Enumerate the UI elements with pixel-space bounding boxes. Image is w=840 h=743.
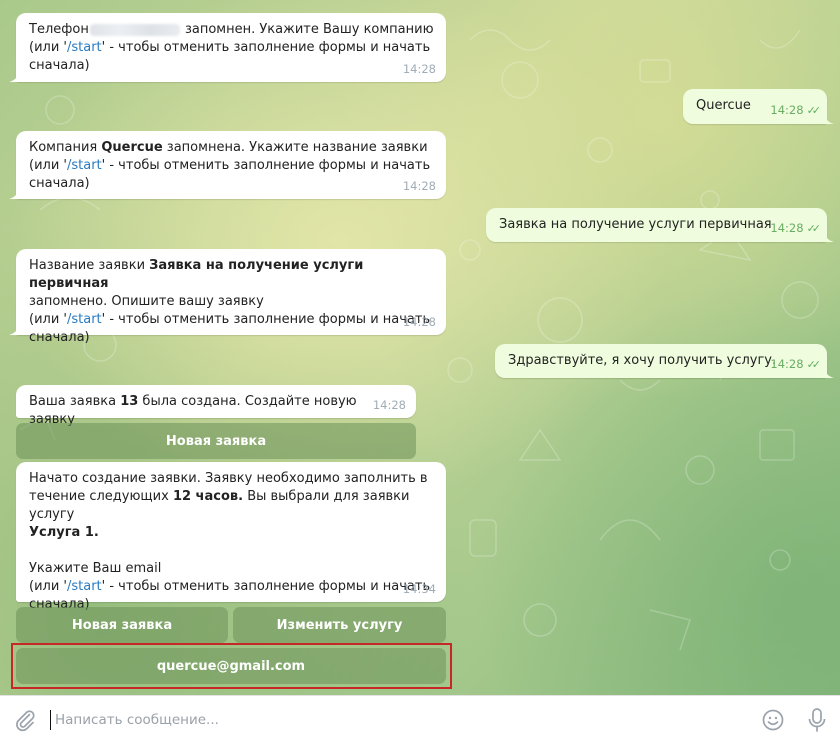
message-text: ' - чтобы отменить заполнение формы и на… bbox=[101, 158, 431, 173]
button-label: Новая заявка bbox=[71, 617, 173, 633]
message-line: (или '/start' - чтобы отменить заполнени… bbox=[29, 578, 434, 596]
message-time: 14:28 bbox=[372, 398, 406, 412]
read-checks-icon: ✓✓ bbox=[806, 358, 822, 371]
message-line: (или '/start' - чтобы отменить заполнени… bbox=[29, 39, 434, 57]
microphone-icon[interactable] bbox=[806, 707, 828, 733]
bubble-tail bbox=[824, 114, 834, 124]
message-time: 14:28 ✓✓ bbox=[770, 357, 822, 371]
message-title-saved: Название заявки Заявка на получение услу… bbox=[9, 249, 446, 345]
message-line: Компания Quercue запомнена. Укажите назв… bbox=[29, 139, 434, 157]
message-text: запомнено. Опишите вашу заявку bbox=[29, 294, 264, 309]
message-time: 14:28 ✓✓ bbox=[770, 103, 822, 117]
message-company-reply: Quercue 14:28 ✓✓ bbox=[683, 89, 834, 124]
message-text: Начато создание заявки. Заявку необходим… bbox=[29, 471, 428, 486]
message-time: 14:34 bbox=[402, 582, 436, 596]
message-text: сначала) bbox=[29, 58, 90, 73]
button-label: Изменить услугу bbox=[276, 617, 403, 633]
message-time: 14:28 bbox=[402, 179, 436, 193]
bubble-tail bbox=[824, 368, 834, 378]
emoji-icon[interactable] bbox=[761, 708, 785, 732]
selected-service: Услуга 1. bbox=[29, 525, 99, 540]
message-line: (или '/start' - чтобы отменить заполнени… bbox=[29, 157, 434, 175]
message-phone-saved: Телефон запомнен. Укажите Вашу компанию … bbox=[9, 13, 446, 82]
message-text: сначала) bbox=[29, 330, 90, 345]
message-text: Компания bbox=[29, 140, 102, 155]
message-new-request-started: Начато создание заявки. Заявку необходим… bbox=[16, 462, 446, 612]
message-line: (или '/start' - чтобы отменить заполнени… bbox=[29, 311, 434, 329]
message-input[interactable] bbox=[53, 706, 737, 734]
message-line: Телефон запомнен. Укажите Вашу компанию bbox=[29, 21, 434, 39]
change-service-button[interactable]: Изменить услугу bbox=[233, 607, 446, 643]
bubble-tail bbox=[824, 232, 834, 242]
read-checks-icon: ✓✓ bbox=[806, 104, 822, 117]
start-command-link[interactable]: /start bbox=[67, 158, 102, 173]
start-command-link[interactable]: /start bbox=[67, 312, 102, 327]
message-text: Quercue bbox=[696, 98, 751, 113]
message-line: течение следующих 12 часов. Вы выбрали д… bbox=[29, 488, 434, 524]
message-text: (или ' bbox=[29, 40, 67, 55]
company-name: Quercue bbox=[101, 140, 163, 155]
message-time: 14:28 bbox=[402, 62, 436, 76]
message-line: Название заявки Заявка на получение услу… bbox=[29, 257, 434, 293]
message-text: запомнен. Укажите Вашу компанию bbox=[180, 22, 434, 37]
read-checks-icon: ✓✓ bbox=[806, 222, 822, 235]
redacted-phone bbox=[89, 23, 180, 36]
message-text: Укажите Ваш email bbox=[29, 561, 162, 576]
message-text: ' - чтобы отменить заполнение формы и на… bbox=[101, 40, 431, 55]
start-command-link[interactable]: /start bbox=[67, 40, 102, 55]
deadline-hours: 12 часов. bbox=[172, 489, 244, 504]
message-text: (или ' bbox=[29, 158, 67, 173]
bubble-tail bbox=[9, 72, 19, 82]
message-request-created: Ваша заявка 13 была создана. Создайте но… bbox=[16, 385, 416, 427]
request-number: 13 bbox=[120, 394, 139, 409]
message-text: (или ' bbox=[29, 579, 67, 594]
message-text: течение следующих bbox=[29, 489, 173, 504]
message-text: сначала) bbox=[29, 176, 90, 191]
bubble-tail bbox=[9, 325, 19, 335]
message-text: (или ' bbox=[29, 312, 67, 327]
message-composer bbox=[0, 695, 840, 743]
message-text: Здравствуйте, я хочу получить услугу. bbox=[508, 353, 777, 368]
bubble-tail bbox=[9, 189, 19, 199]
message-text: Название заявки bbox=[29, 258, 150, 273]
message-text: запомнена. Укажите название заявки bbox=[162, 140, 428, 155]
message-description-reply: Здравствуйте, я хочу получить услугу. 14… bbox=[495, 344, 834, 378]
message-text: Ваша заявка bbox=[29, 394, 121, 409]
message-text: Телефон bbox=[29, 22, 89, 37]
new-request-button[interactable]: Новая заявка bbox=[16, 607, 228, 643]
highlight-box bbox=[11, 643, 452, 689]
new-request-button[interactable]: Новая заявка bbox=[16, 423, 416, 459]
message-time: 14:28 ✓✓ bbox=[770, 221, 822, 235]
message-request-title-reply: Заявка на получение услуги первичная 14:… bbox=[486, 208, 834, 242]
message-text: ' - чтобы отменить заполнение формы и на… bbox=[101, 579, 431, 594]
message-text: ' - чтобы отменить заполнение формы и на… bbox=[101, 312, 431, 327]
text-cursor bbox=[50, 710, 51, 730]
paperclip-icon[interactable] bbox=[13, 708, 37, 732]
button-label: Новая заявка bbox=[165, 433, 267, 449]
message-text: Заявка на получение услуги первичная bbox=[499, 217, 772, 232]
message-company-saved: Компания Quercue запомнена. Укажите назв… bbox=[9, 131, 446, 199]
start-command-link[interactable]: /start bbox=[67, 579, 102, 594]
message-time: 14:28 bbox=[402, 315, 436, 329]
